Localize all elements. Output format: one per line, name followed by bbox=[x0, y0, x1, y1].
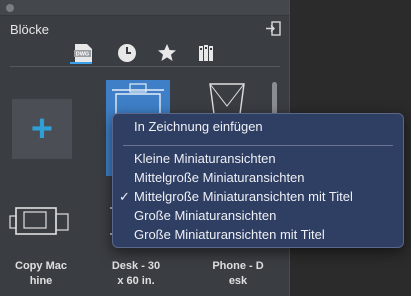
clock-icon bbox=[118, 44, 136, 62]
thumbnail-context-menu: In Zeichnung einfügen Kleine Miniaturans… bbox=[112, 113, 404, 248]
plus-icon: + bbox=[30, 108, 54, 150]
menu-item-large-thumbnails-with-title[interactable]: Große Miniaturansichten mit Titel bbox=[113, 225, 403, 244]
tab-recent[interactable] bbox=[114, 40, 140, 66]
thumbnail-label-phone: Phone - D esk bbox=[212, 260, 264, 287]
phone-thumbnail-top[interactable] bbox=[204, 78, 250, 118]
library-icon bbox=[199, 45, 213, 61]
copy-machine-thumbnail[interactable] bbox=[8, 204, 74, 238]
star-icon bbox=[158, 44, 176, 61]
active-tab-indicator bbox=[70, 62, 92, 64]
copy-machine-icon bbox=[9, 207, 69, 235]
insert-block-icon[interactable] bbox=[264, 20, 282, 38]
menu-item-small-thumbnails[interactable]: Kleine Miniaturansichten bbox=[113, 149, 403, 168]
tab-libraries[interactable] bbox=[194, 40, 220, 66]
menu-item-large-thumbnails[interactable]: Große Miniaturansichten bbox=[113, 206, 403, 225]
dwg-file-icon: DWG bbox=[74, 44, 92, 62]
tabs-divider bbox=[10, 66, 280, 67]
thumbnail-label-copy-machine: Copy Mac hine bbox=[15, 260, 67, 287]
phone-desk-icon bbox=[209, 83, 245, 115]
palette-titlebar[interactable] bbox=[0, 0, 289, 16]
close-window-button[interactable] bbox=[6, 4, 14, 12]
tab-favorites[interactable] bbox=[154, 40, 180, 66]
menu-item-medium-thumbnails[interactable]: Mittelgroße Miniaturansichten bbox=[113, 168, 403, 187]
menu-item-medium-thumbnails-with-title[interactable]: ✓ Mittelgroße Miniaturansichten mit Tite… bbox=[113, 187, 403, 206]
svg-text:DWG: DWG bbox=[76, 52, 89, 58]
menu-item-insert-into-drawing[interactable]: In Zeichnung einfügen bbox=[113, 117, 403, 136]
checkmark-icon: ✓ bbox=[119, 189, 130, 204]
menu-separator bbox=[123, 145, 393, 146]
add-block-button[interactable]: + bbox=[12, 99, 72, 159]
thumbnail-label-desk: Desk - 30 x 60 in. bbox=[111, 260, 161, 287]
palette-title: Blöcke bbox=[10, 22, 50, 37]
